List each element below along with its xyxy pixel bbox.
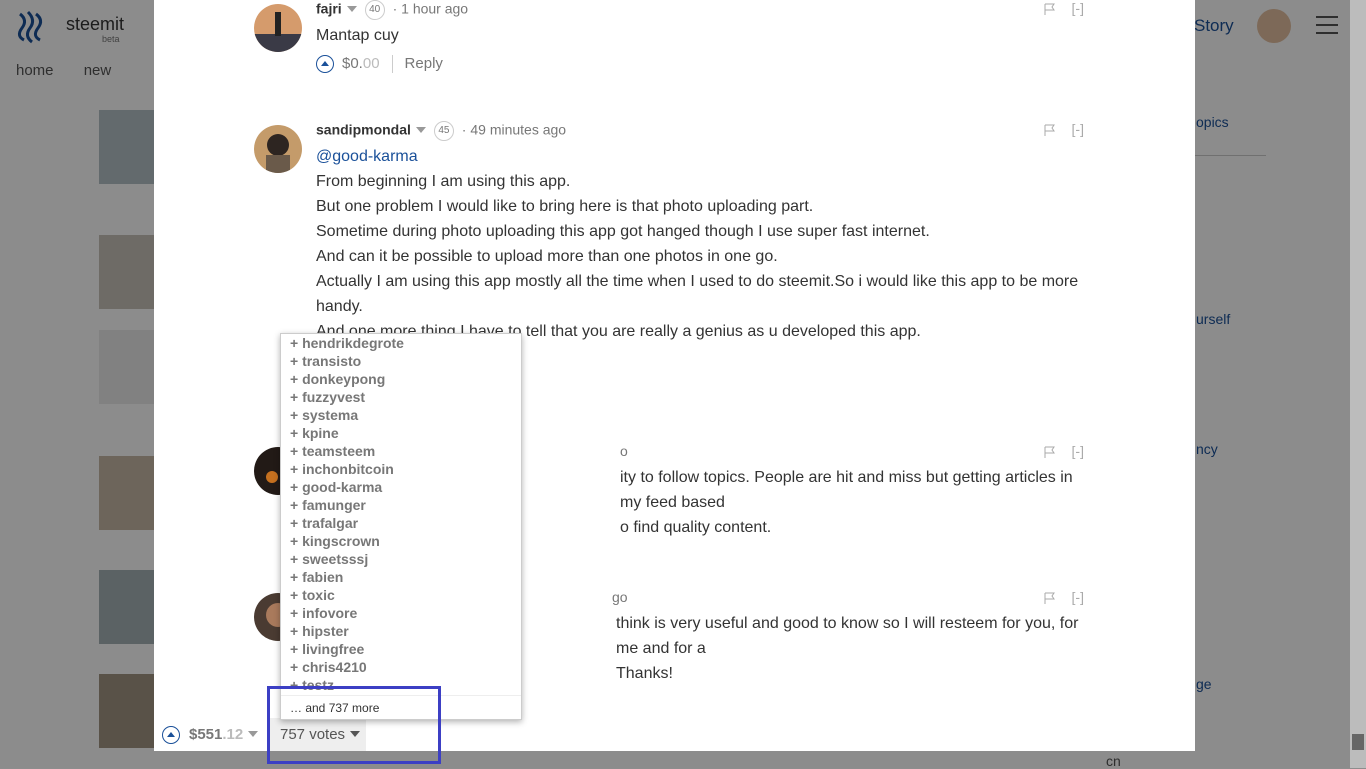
comment-paragraph: Mantap cuy: [316, 27, 399, 44]
comment-body: ity to follow topics. People are hit and…: [620, 465, 1090, 540]
avatar-image: [254, 4, 302, 52]
collapse-toggle[interactable]: [-]: [1072, 121, 1084, 137]
reputation-badge: 40: [364, 0, 385, 20]
voters-dropdown: + hendrikdegrote + transisto + donkeypon…: [280, 333, 522, 720]
comment-paragraph: But one problem I would like to bring he…: [316, 198, 814, 215]
voter-item[interactable]: + inchonbitcoin: [290, 460, 404, 478]
avatar[interactable]: [254, 125, 302, 173]
collapse-toggle[interactable]: [-]: [1072, 589, 1084, 605]
comment-author[interactable]: fajri: [316, 1, 342, 17]
comment-body: think is very useful and good to know so…: [616, 611, 1086, 686]
voter-item[interactable]: + transisto: [290, 352, 404, 370]
comment-footer: $0.00 Reply: [316, 55, 443, 74]
comment-tools: [-]: [1044, 443, 1084, 459]
voter-item[interactable]: + donkeypong: [290, 370, 404, 388]
comment-paragraph: Sometime during photo uploading this app…: [316, 223, 930, 240]
scrollbar-thumb[interactable]: [1352, 734, 1364, 750]
flag-icon[interactable]: [1044, 124, 1056, 137]
voter-item[interactable]: + kpine: [290, 424, 404, 442]
flag-icon[interactable]: [1044, 446, 1056, 459]
mention-link[interactable]: @good-karma: [316, 144, 1091, 169]
payout-caret-icon[interactable]: [248, 731, 259, 738]
flag-icon[interactable]: [1044, 592, 1056, 605]
voter-item[interactable]: + trafalgar: [290, 514, 404, 532]
avatar-image: [254, 125, 302, 173]
voter-item[interactable]: + hipster: [290, 622, 404, 640]
comment-paragraph: Thanks!: [616, 665, 673, 682]
author-menu-caret-icon[interactable]: [415, 127, 426, 133]
comment-paragraph: think is very useful and good to know so…: [616, 615, 1079, 657]
avatar[interactable]: [254, 4, 302, 52]
comment-paragraph: And can it be possible to upload more th…: [316, 248, 778, 265]
comment-time-partial[interactable]: go: [612, 589, 628, 605]
voter-item[interactable]: + sweetsssj: [290, 550, 404, 568]
post-payout[interactable]: $551.12: [189, 726, 262, 743]
comment-time[interactable]: 49 minutes ago: [470, 122, 566, 138]
comment-paragraph: Actually I am using this app mostly all …: [316, 273, 1079, 315]
comment-time[interactable]: 1 hour ago: [401, 1, 468, 17]
post-upvote-icon[interactable]: [162, 726, 180, 744]
voter-item[interactable]: + infovore: [290, 604, 404, 622]
comment-time-partial[interactable]: o: [620, 443, 628, 459]
comment-header: fajri 40 · 1 hour ago: [316, 0, 468, 20]
voter-item[interactable]: + systema: [290, 406, 404, 424]
comment-paragraph: From beginning I am using this app.: [316, 173, 571, 190]
voter-item[interactable]: + chris4210: [290, 658, 404, 676]
comment-paragraph: o find quality content.: [620, 519, 772, 536]
scrollbar[interactable]: [1350, 0, 1366, 768]
comment-author[interactable]: sandipmondal: [316, 122, 411, 138]
upvote-icon[interactable]: [316, 55, 334, 74]
voter-item[interactable]: + teamsteem: [290, 442, 404, 460]
divider: [391, 55, 393, 74]
voter-item[interactable]: + livingfree: [290, 640, 404, 658]
reputation-badge: 45: [433, 121, 454, 141]
highlight-box: [267, 686, 441, 764]
voter-item[interactable]: + kingscrown: [290, 532, 404, 550]
voters-list: + hendrikdegrote + transisto + donkeypon…: [290, 334, 404, 694]
collapse-toggle[interactable]: [-]: [1072, 0, 1084, 16]
comment-header: sandipmondal 45 · 49 minutes ago: [316, 121, 566, 141]
flag-icon[interactable]: [1044, 3, 1056, 16]
author-menu-caret-icon[interactable]: [346, 6, 357, 12]
voter-item[interactable]: + toxic: [290, 586, 404, 604]
voter-item[interactable]: + fabien: [290, 568, 404, 586]
voter-item[interactable]: + famunger: [290, 496, 404, 514]
comment-tools: [-]: [1044, 121, 1084, 137]
reply-link[interactable]: Reply: [405, 55, 443, 72]
comment-tools: [-]: [1044, 589, 1084, 605]
comment-body: @good-karma From beginning I am using th…: [316, 144, 1091, 344]
comment-tools: [-]: [1044, 0, 1084, 16]
comment-paragraph: ity to follow topics. People are hit and…: [620, 469, 1073, 511]
voter-item[interactable]: + hendrikdegrote: [290, 334, 404, 352]
voter-item[interactable]: + fuzzyvest: [290, 388, 404, 406]
comment-payout[interactable]: $0.00: [342, 55, 380, 72]
voter-item[interactable]: + good-karma: [290, 478, 404, 496]
collapse-toggle[interactable]: [-]: [1072, 443, 1084, 459]
comment-body: Mantap cuy: [316, 23, 1091, 48]
